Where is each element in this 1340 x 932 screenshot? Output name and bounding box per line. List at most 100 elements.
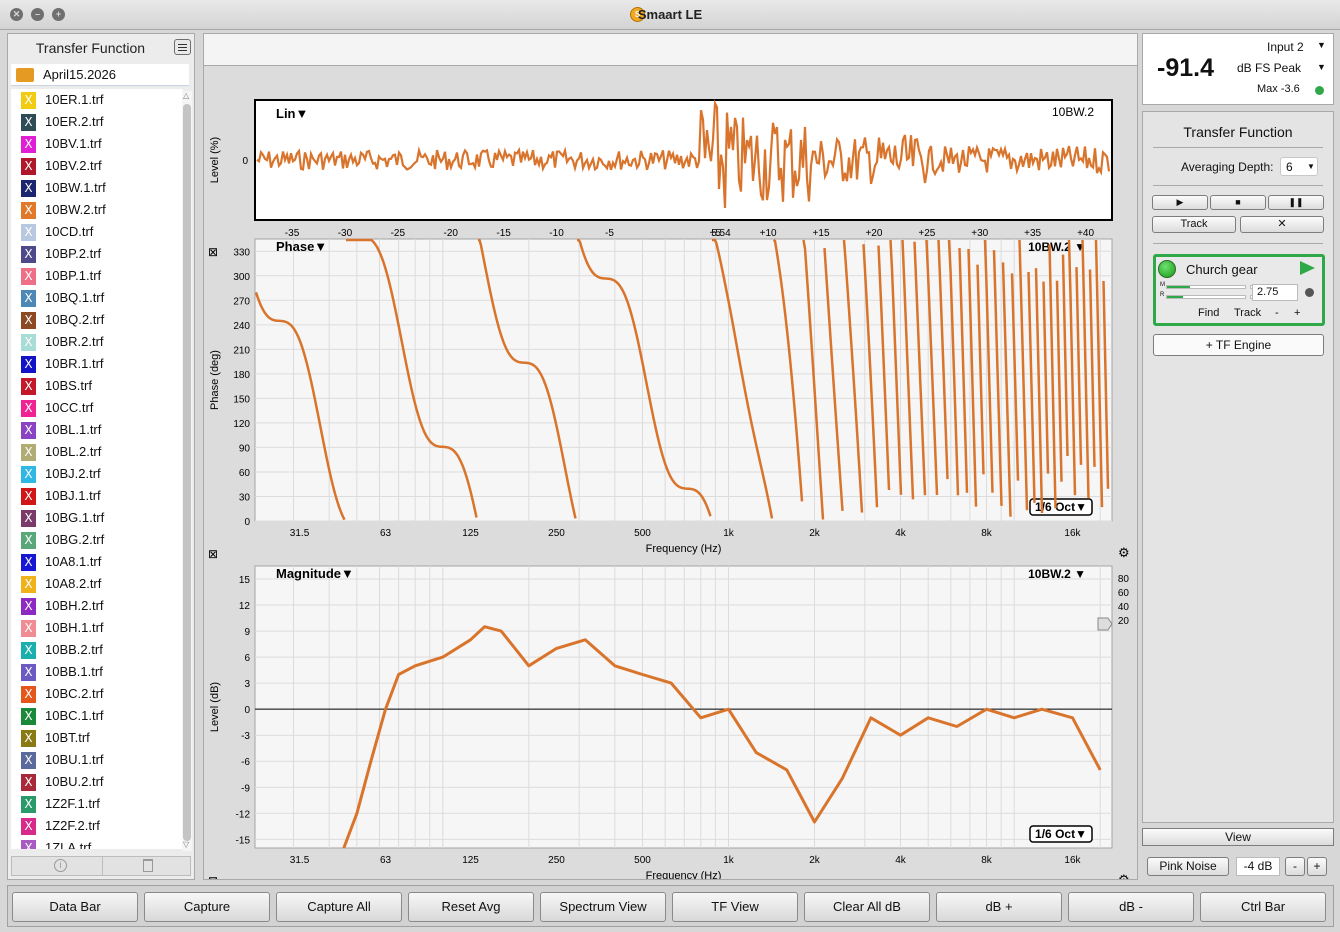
file-item[interactable]: X 10BR.2.trf	[11, 331, 183, 353]
x-tick-label: 16k	[1064, 855, 1081, 866]
tools-icon[interactable]: ✕	[1240, 216, 1324, 233]
file-item[interactable]: X 10BW.2.trf	[11, 199, 183, 221]
file-item[interactable]: X 1Z2F.2.trf	[11, 815, 183, 837]
file-label: 10BV.1.trf	[45, 136, 102, 151]
file-item[interactable]: X 10BC.1.trf	[11, 705, 183, 727]
time-plot: Lin▼ 10BW.2 Level (%) 0 -35 -30 -25 -20 -15 -10 -5…	[204, 66, 1137, 259]
engine-on-icon[interactable]	[1158, 260, 1176, 278]
file-item[interactable]: X 10BU.1.trf	[11, 749, 183, 771]
file-item[interactable]: X 10ER.2.trf	[11, 111, 183, 133]
x-tick-label: 8k	[981, 855, 993, 866]
view-button[interactable]: View	[1142, 828, 1334, 846]
measurement-card[interactable]: Church gear M R 2.75 Find Track - +	[1153, 254, 1325, 326]
x-tick-label: 250	[548, 528, 565, 539]
file-item[interactable]: X 10CC.trf	[11, 397, 183, 419]
file-item[interactable]: X 10BS.trf	[11, 375, 183, 397]
chevron-down-icon[interactable]: ▼	[1317, 62, 1326, 72]
data-bar-button[interactable]: Data Bar	[12, 892, 138, 922]
x-tick-label: -5	[605, 228, 614, 239]
meter-mode-select[interactable]: dB FS Peak	[1237, 61, 1301, 75]
record-icon[interactable]	[1305, 288, 1314, 297]
track-button[interactable]: Track	[1152, 216, 1236, 233]
x-tick-label: +40	[1077, 228, 1094, 239]
file-item[interactable]: X 10BG.2.trf	[11, 529, 183, 551]
file-item[interactable]: X 10BG.1.trf	[11, 507, 183, 529]
file-item[interactable]: X 10CD.trf	[11, 221, 183, 243]
x-tick-label: 8k	[981, 528, 993, 539]
info-icon[interactable]: i	[54, 859, 67, 872]
file-item[interactable]: X 10BB.2.trf	[11, 639, 183, 661]
file-item[interactable]: X 10BP.1.trf	[11, 265, 183, 287]
trf-file-icon: X	[21, 598, 36, 615]
pink-noise-level[interactable]: -4 dB	[1236, 857, 1280, 876]
folder-row[interactable]: April15.2026	[11, 64, 189, 86]
file-item[interactable]: X 10BL.1.trf	[11, 419, 183, 441]
file-label: 10BJ.2.trf	[45, 466, 101, 481]
file-item[interactable]: X 10BH.1.trf	[11, 617, 183, 639]
trash-icon[interactable]	[143, 859, 153, 872]
delay-minus-button[interactable]: -	[1275, 307, 1279, 319]
find-button[interactable]: Find	[1198, 307, 1219, 319]
spectrum-view-button[interactable]: Spectrum View	[540, 892, 666, 922]
file-item[interactable]: X 10BL.2.trf	[11, 441, 183, 463]
capture-button[interactable]: Capture	[144, 892, 270, 922]
file-item[interactable]: X 10BV.2.trf	[11, 155, 183, 177]
x-tick-label: +35	[1024, 228, 1041, 239]
file-item[interactable]: X 10BP.2.trf	[11, 243, 183, 265]
chevron-down-icon[interactable]: ▼	[1317, 40, 1326, 50]
x-tick-label: 125	[462, 528, 479, 539]
file-item[interactable]: X 10BT.trf	[11, 727, 183, 749]
coherence-tick-label: 20	[1118, 616, 1130, 627]
db-button[interactable]: dB +	[936, 892, 1062, 922]
track-toggle[interactable]: Track	[1234, 307, 1261, 319]
sidebar-footer: i	[11, 856, 191, 876]
scrollbar-thumb[interactable]	[183, 104, 191, 841]
file-item[interactable]: X 10BR.1.trf	[11, 353, 183, 375]
x-tick-label: -15	[496, 228, 511, 239]
file-item[interactable]: X 10BU.2.trf	[11, 771, 183, 793]
x-tick-label: +25	[918, 228, 935, 239]
file-item[interactable]: X 10A8.1.trf	[11, 551, 183, 573]
file-item[interactable]: X 10BV.1.trf	[11, 133, 183, 155]
file-item[interactable]: X 1Z2F.1.trf	[11, 793, 183, 815]
input-select[interactable]: Input 2	[1267, 40, 1304, 54]
file-item[interactable]: X 10BC.2.trf	[11, 683, 183, 705]
x-tick-label: 4k	[895, 855, 907, 866]
db-button[interactable]: dB -	[1068, 892, 1194, 922]
tf-view-button[interactable]: TF View	[672, 892, 798, 922]
file-item[interactable]: X 10BH.2.trf	[11, 595, 183, 617]
pink-level-minus[interactable]: -	[1285, 857, 1305, 876]
pink-level-plus[interactable]: +	[1307, 857, 1327, 876]
trf-file-icon: X	[21, 312, 36, 329]
trf-file-icon: X	[21, 92, 36, 109]
x-tick-label: +15	[813, 228, 830, 239]
play-icon[interactable]	[1300, 261, 1315, 275]
x-tick-label: 125	[462, 855, 479, 866]
delay-field[interactable]: 2.75	[1252, 284, 1298, 301]
file-item[interactable]: X 1ZLA.trf	[11, 837, 183, 849]
pause-button[interactable]: ❚❚	[1268, 195, 1324, 210]
pink-noise-button[interactable]: Pink Noise	[1147, 857, 1229, 876]
file-item[interactable]: X 10BJ.2.trf	[11, 463, 183, 485]
file-item[interactable]: X 10BJ.1.trf	[11, 485, 183, 507]
reset-avg-button[interactable]: Reset Avg	[408, 892, 534, 922]
file-item[interactable]: X 10BQ.2.trf	[11, 309, 183, 331]
file-item[interactable]: X 10A8.2.trf	[11, 573, 183, 595]
ctrl-bar-button[interactable]: Ctrl Bar	[1200, 892, 1326, 922]
scroll-up-icon[interactable]: △	[183, 91, 189, 100]
add-tf-engine-button[interactable]: + TF Engine	[1153, 334, 1324, 356]
scroll-down-icon[interactable]: ▽	[183, 840, 189, 849]
averaging-select[interactable]: 6 ▼	[1280, 157, 1318, 176]
file-item[interactable]: X 10BB.1.trf	[11, 661, 183, 683]
delay-plus-button[interactable]: +	[1294, 307, 1300, 319]
menu-icon[interactable]	[174, 39, 191, 55]
file-item[interactable]: X 10BW.1.trf	[11, 177, 183, 199]
file-item[interactable]: X 10BQ.1.trf	[11, 287, 183, 309]
trf-file-icon: X	[21, 422, 36, 439]
file-label: 1Z2F.1.trf	[45, 796, 100, 811]
file-item[interactable]: X 10ER.1.trf	[11, 89, 183, 111]
clear-all-db-button[interactable]: Clear All dB	[804, 892, 930, 922]
stop-button[interactable]: ■	[1210, 195, 1266, 210]
play-button[interactable]: ▶	[1152, 195, 1208, 210]
capture-all-button[interactable]: Capture All	[276, 892, 402, 922]
